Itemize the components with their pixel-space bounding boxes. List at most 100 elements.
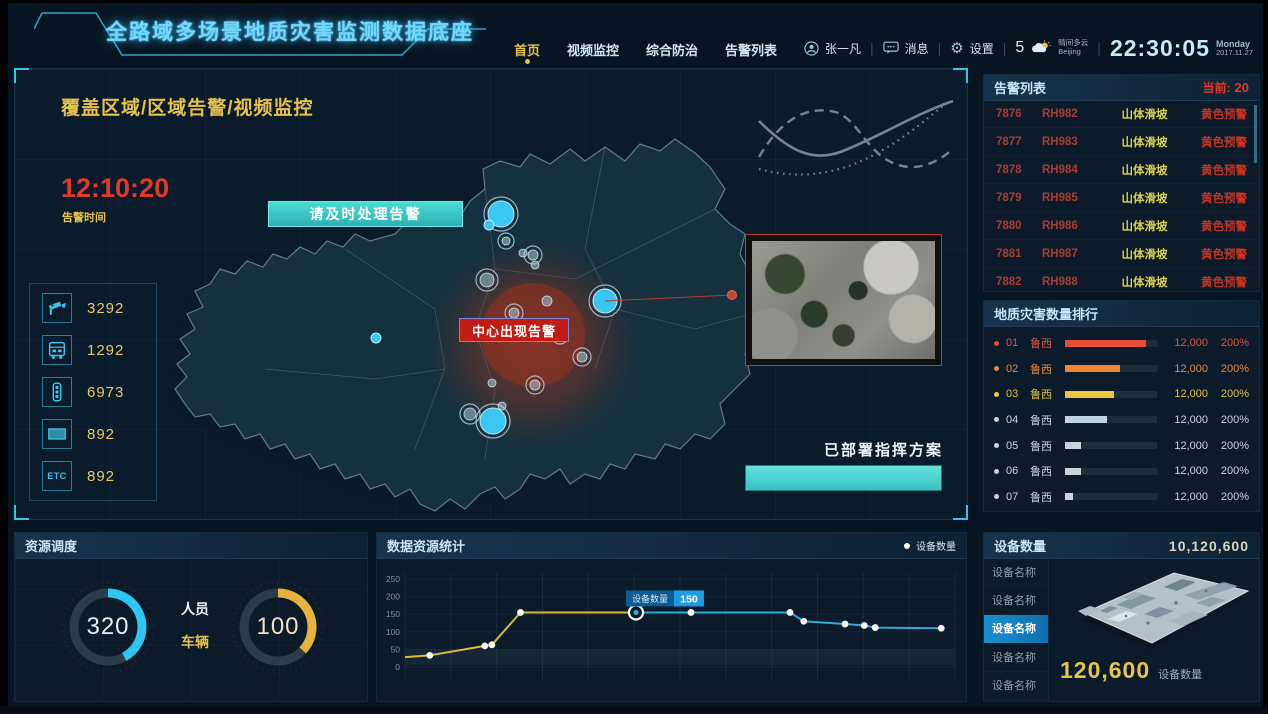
- weather-desc: 晴间多云Beijing: [1058, 39, 1088, 56]
- disaster-video-thumbnail[interactable]: [745, 234, 942, 366]
- alarm-row[interactable]: 7876RH982山体滑坡黄色预警: [984, 100, 1259, 128]
- alert-zone: [431, 242, 635, 446]
- stat-row: 3292: [42, 293, 144, 323]
- rank-dot-icon: [994, 417, 999, 422]
- nav-item-1[interactable]: 视频监控: [567, 40, 619, 59]
- nav-item-2[interactable]: 综合防治: [646, 40, 698, 59]
- user-avatar-icon: [804, 41, 819, 56]
- alarm-row[interactable]: 7881RH987山体滑坡黄色预警: [984, 240, 1259, 268]
- alarm-list-panel: 告警列表 当前:20 7876RH982山体滑坡黄色预警7877RH983山体滑…: [983, 74, 1260, 292]
- legend-label: 设备数量: [916, 538, 956, 553]
- line-chart: 050100150200250设备数量150: [377, 557, 964, 699]
- ranking-row: 02鲁西12,000200%: [994, 359, 1249, 379]
- circuit-board-3d: [1056, 561, 1254, 657]
- weather-temp: 5: [1015, 39, 1024, 57]
- ranking-title: 地质灾害数量排行: [994, 304, 1098, 323]
- device-title: 设备数量: [994, 536, 1046, 555]
- etc-icon: ETC: [42, 461, 72, 491]
- alarm-list-title: 告警列表: [994, 78, 1046, 97]
- user-name: 张一凡: [825, 40, 861, 57]
- settings-label: 设置: [970, 40, 994, 57]
- resource-title: 资源调度: [25, 536, 77, 555]
- separator: |: [1003, 40, 1007, 56]
- alarm-row[interactable]: 7879RH985山体滑坡黄色预警: [984, 184, 1259, 212]
- scrollbar[interactable]: [1254, 105, 1257, 163]
- display-icon: [42, 419, 72, 449]
- stat-value: 892: [87, 426, 115, 443]
- alarm-row[interactable]: 7882RH988山体滑坡黄色预警: [984, 268, 1259, 291]
- legend-dot-icon: [904, 543, 910, 549]
- gauge-label: 车辆: [163, 632, 227, 652]
- traffic-light-icon: [42, 377, 72, 407]
- stat-row: 6973: [42, 377, 144, 407]
- alarm-time: 12:10:20: [61, 173, 169, 204]
- ranking-row: 04鲁西12,000200%: [994, 410, 1249, 430]
- device-stats-box: 3292 1292 6973 892 ETC 892: [29, 283, 157, 501]
- svg-text:150: 150: [386, 609, 400, 619]
- ranking-row: 06鲁西12,000200%: [994, 461, 1249, 481]
- deployed-plan-label: 已部署指挥方案: [655, 439, 943, 460]
- alarm-time-label: 告警时间: [62, 209, 106, 225]
- device-menu-item-2[interactable]: 设备名称: [984, 615, 1048, 643]
- svg-text:150: 150: [680, 593, 698, 605]
- nav-item-3[interactable]: 告警列表: [725, 40, 777, 59]
- gauge-label: 人员: [163, 599, 227, 619]
- device-total: 10,120,600: [1169, 538, 1249, 554]
- stat-value: 892: [87, 468, 115, 485]
- ranking-row: 07鲁西12,000200%: [994, 487, 1249, 507]
- ranking-row: 01鲁西12,000200%: [994, 333, 1249, 353]
- alarm-row[interactable]: 7878RH984山体滑坡黄色预警: [984, 156, 1259, 184]
- separator: |: [1097, 40, 1101, 56]
- user-menu[interactable]: 张一凡: [804, 40, 861, 57]
- alarm-row[interactable]: 7880RH986山体滑坡黄色预警: [984, 212, 1259, 240]
- header-right: 张一凡 | 消息 | ⚙ 设置 | 5 晴间多云Beiji: [804, 33, 1253, 63]
- bus-icon: [42, 335, 72, 365]
- svg-text:250: 250: [386, 574, 400, 584]
- messages-button[interactable]: 消息: [883, 40, 929, 57]
- trend-curves-decoration: [751, 89, 963, 201]
- deployed-plan-progress: [745, 465, 942, 491]
- settings-button[interactable]: ⚙ 设置: [950, 40, 993, 57]
- rank-dot-icon: [994, 469, 999, 474]
- svg-text:100: 100: [386, 627, 400, 637]
- separator: |: [870, 40, 874, 56]
- aerial-image: [752, 241, 935, 359]
- clock: 22:30:05 Monday 2017.11.27: [1110, 35, 1253, 62]
- device-count-panel: 设备数量 10,120,600 设备名称设备名称设备名称设备名称设备名称: [983, 532, 1260, 702]
- gauge-value: 320: [58, 577, 158, 677]
- device-menu-item-4[interactable]: 设备名称: [984, 672, 1048, 700]
- center-alert-label: 中心出现告警: [459, 318, 569, 342]
- rank-dot-icon: [994, 494, 999, 499]
- gauge-personnel: 320: [58, 577, 158, 677]
- alarm-row[interactable]: 7877RH983山体滑坡黄色预警: [984, 128, 1259, 156]
- ranking-rows: 01鲁西12,000200% 02鲁西12,000200% 03鲁西12,00020…: [984, 333, 1259, 507]
- page-title: 全路域多场景地质灾害监测数据底座: [90, 16, 490, 46]
- message-icon: [883, 41, 899, 55]
- alarm-rows: 7876RH982山体滑坡黄色预警7877RH983山体滑坡黄色预警7878RH…: [984, 100, 1259, 291]
- nav-item-0[interactable]: 首页: [514, 40, 540, 59]
- device-count-value: 120,600: [1060, 657, 1150, 684]
- warning-banner: 请及时处理告警: [268, 201, 463, 227]
- gauge-value: 100: [228, 577, 328, 677]
- ranking-row: 05鲁西12,000200%: [994, 436, 1249, 456]
- stat-value: 1292: [87, 342, 124, 359]
- chart-title: 数据资源统计: [387, 536, 465, 555]
- header: 全路域多场景地质灾害监测数据底座 首页 视频监控 综合防治 告警列表 张一凡 | 消息…: [8, 3, 1263, 63]
- device-count-label: 设备数量: [1158, 666, 1202, 682]
- disaster-ranking-panel: 地质灾害数量排行 01鲁西12,000200% 02鲁西12,000200% 03鲁…: [983, 300, 1260, 512]
- cloud-sun-icon: [1030, 40, 1052, 56]
- ranking-row: 03鲁西12,000200%: [994, 384, 1249, 404]
- device-menu-item-0[interactable]: 设备名称: [984, 558, 1048, 586]
- device-count: 120,600 设备数量: [1060, 657, 1202, 684]
- rank-dot-icon: [994, 366, 999, 371]
- bottom-strip: [0, 706, 1268, 714]
- svg-text:50: 50: [391, 644, 401, 654]
- device-menu: 设备名称设备名称设备名称设备名称设备名称: [984, 558, 1049, 701]
- device-menu-item-1[interactable]: 设备名称: [984, 586, 1048, 614]
- rank-dot-icon: [994, 443, 999, 448]
- stat-row: ETC 892: [42, 461, 144, 491]
- map-panel-title: 覆盖区域/区域告警/视频监控: [61, 93, 314, 120]
- device-menu-item-3[interactable]: 设备名称: [984, 643, 1048, 671]
- stat-row: 1292: [42, 335, 144, 365]
- stat-value: 6973: [87, 384, 124, 401]
